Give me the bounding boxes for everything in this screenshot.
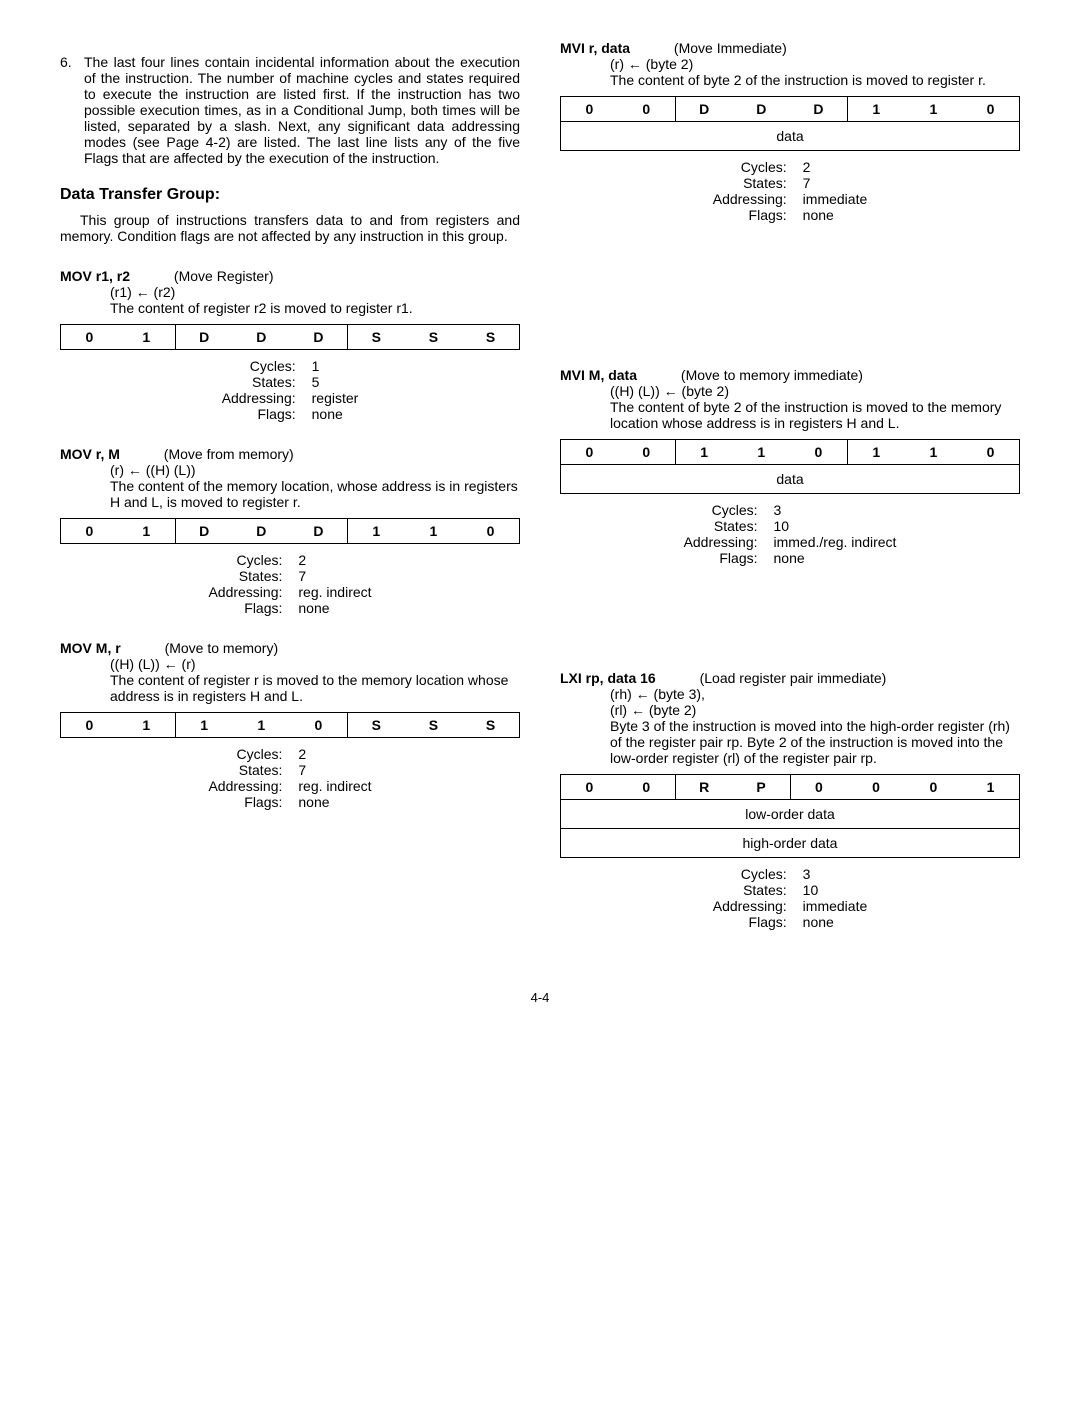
op-text: Byte 3 of the instruction is moved into … [610, 718, 1020, 766]
opcode-box: 0 1 D D D 1 1 0 [60, 518, 520, 544]
mov-r1-r2: MOV r1, r2 (Move Register) (r1) ← (r2) T… [60, 268, 520, 422]
dtg-text: This group of instructions transfers dat… [60, 212, 520, 244]
lxi-rp: LXI rp, data 16 (Load register pair imme… [560, 670, 1020, 930]
mvi-m: MVI M, data (Move to memory immediate) (… [560, 367, 1020, 566]
op-notation: (rl) ← (byte 2) [610, 702, 1020, 718]
op-notation: (r1) ← (r2) [110, 284, 520, 300]
op-notation: ((H) (L)) ← (r) [110, 656, 520, 672]
mvi-r: MVI r, data (Move Immediate) (r) ← (byte… [560, 40, 1020, 223]
stats-block: Cycles:3 States:10 Addressing:immed./reg… [560, 502, 1020, 566]
page-number: 4-4 [60, 990, 1020, 1005]
opcode-box: 0 0 D D D 1 1 0 data [560, 96, 1020, 151]
mnemonic-desc: (Move Immediate) [674, 40, 787, 56]
stats-block: Cycles:2 States:7 Addressing:reg. indire… [60, 746, 520, 810]
opcode-box: 0 1 1 1 0 S S S [60, 712, 520, 738]
op-notation: ((H) (L)) ← (byte 2) [610, 383, 1020, 399]
mnemonic-name: MOV M, r [60, 640, 121, 656]
intro-text: The last four lines contain incidental i… [84, 54, 520, 166]
mov-m-r: MOV M, r (Move to memory) ((H) (L)) ← (r… [60, 640, 520, 810]
mnemonic-desc: (Move to memory) [165, 640, 279, 656]
op-notation: (r) ← ((H) (L)) [110, 462, 520, 478]
stats-block: Cycles:1 States:5 Addressing:register Fl… [60, 358, 520, 422]
dtg-heading: Data Transfer Group: [60, 186, 520, 204]
stats-block: Cycles:2 States:7 Addressing:immediate F… [560, 159, 1020, 223]
op-text: The content of register r2 is moved to r… [110, 300, 520, 316]
mnemonic-name: LXI rp, data 16 [560, 670, 656, 686]
op-text: The content of the memory location, whos… [110, 478, 520, 510]
mnemonic-desc: (Move Register) [174, 268, 274, 284]
stats-block: Cycles:2 States:7 Addressing:reg. indire… [60, 552, 520, 616]
opcode-box: 0 0 1 1 0 1 1 0 data [560, 439, 1020, 494]
intro-num: 6. [60, 54, 84, 166]
op-text: The content of byte 2 of the instruction… [610, 72, 1020, 88]
opcode-box: 0 1 D D D S S S [60, 324, 520, 350]
mnemonic-name: MVI M, data [560, 367, 637, 383]
op-notation: (r) ← (byte 2) [610, 56, 1020, 72]
stats-block: Cycles:3 States:10 Addressing:immediate … [560, 866, 1020, 930]
opcode-box: 0 0 R P 0 0 0 1 low-order data high-orde… [560, 774, 1020, 858]
op-notation: (rh) ← (byte 3), [610, 686, 1020, 702]
mnemonic-desc: (Move from memory) [164, 446, 294, 462]
mnemonic-name: MVI r, data [560, 40, 630, 56]
op-text: The content of byte 2 of the instruction… [610, 399, 1020, 431]
op-text: The content of register r is moved to th… [110, 672, 520, 704]
mov-r-m: MOV r, M (Move from memory) (r) ← ((H) (… [60, 446, 520, 616]
intro-list: 6. The last four lines contain incidenta… [60, 54, 520, 166]
mnemonic-name: MOV r, M [60, 446, 120, 462]
mnemonic-desc: (Move to memory immediate) [681, 367, 863, 383]
mnemonic-desc: (Load register pair immediate) [700, 670, 887, 686]
mnemonic-name: MOV r1, r2 [60, 268, 130, 284]
